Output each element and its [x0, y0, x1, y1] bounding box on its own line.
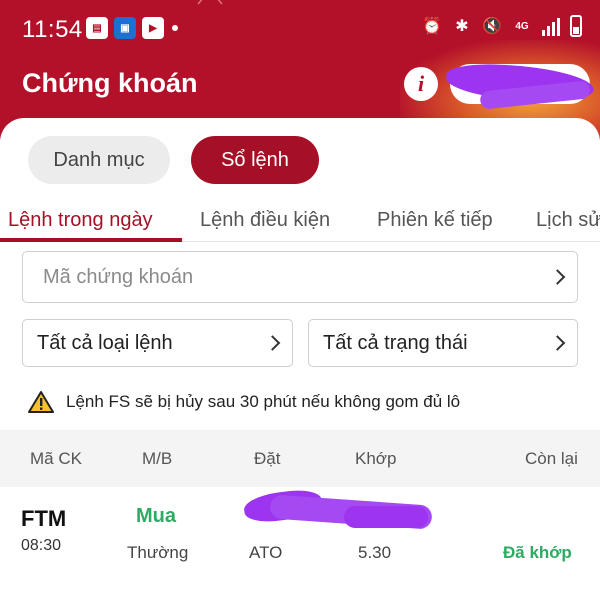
- order-type-filter[interactable]: Tất cả loại lệnh: [22, 319, 293, 367]
- column-header-con-lai: Còn lại: [525, 449, 578, 468]
- mute-icon: 🔇: [482, 18, 502, 35]
- signal-icon: [542, 16, 560, 36]
- segment-danh-muc[interactable]: Danh mục: [28, 136, 170, 184]
- tab-lich-su[interactable]: Lịch sử: [536, 209, 600, 232]
- tab-lenh-trong-ngay[interactable]: Lệnh trong ngày: [8, 209, 153, 232]
- column-header-khop: Khớp: [355, 449, 397, 468]
- alarm-icon: ⏰: [422, 18, 442, 35]
- order-symbol: FTM: [21, 506, 67, 531]
- active-tab-indicator: [0, 238, 182, 242]
- info-icon[interactable]: i: [404, 67, 438, 101]
- tab-lenh-dieu-kien[interactable]: Lệnh điều kiện: [200, 209, 330, 232]
- fs-order-notice: Lệnh FS sẽ bị hủy sau 30 phút nếu không …: [28, 388, 588, 416]
- order-status-filter[interactable]: Tất cả trạng thái: [308, 319, 578, 367]
- segment-so-lenh[interactable]: Sổ lệnh: [191, 136, 319, 184]
- column-header-ma-ck: Mã CK: [30, 449, 82, 468]
- column-header-dat: Đặt: [254, 449, 281, 468]
- chevron-right-icon: [264, 335, 281, 351]
- status-time: 11:54: [22, 16, 83, 43]
- redaction-mark: [344, 506, 428, 528]
- store-app-icon: ▣: [114, 17, 136, 39]
- page-title: Chứng khoán: [22, 68, 198, 98]
- search-placeholder: Mã chứng khoán: [43, 265, 194, 288]
- video-app-icon: ▶: [142, 17, 164, 39]
- bluetooth-icon: ✱: [455, 18, 469, 35]
- tab-phien-ke-tiep[interactable]: Phiên kế tiếp: [377, 209, 493, 232]
- order-type-value: Tất cả loại lệnh: [37, 331, 173, 354]
- notice-text: Lệnh FS sẽ bị hủy sau 30 phút nếu không …: [66, 392, 461, 411]
- order-side: Mua: [136, 505, 176, 527]
- stock-code-search-field[interactable]: Mã chứng khoán: [22, 251, 578, 303]
- status-notification-icons: ▤ ▣ ▶: [86, 17, 178, 39]
- battery-icon: [570, 15, 582, 37]
- chevron-right-icon: [549, 269, 566, 285]
- column-header-mb: M/B: [142, 449, 173, 468]
- matched-price: 5.30: [358, 543, 392, 562]
- notes-app-icon: ▤: [86, 17, 108, 39]
- status-system-icons: ⏰ ✱ 🔇 4G: [422, 15, 582, 37]
- warning-icon: [28, 391, 54, 413]
- network-type-label: 4G: [515, 20, 529, 32]
- order-status: Đã khớp: [503, 543, 572, 562]
- order-status-value: Tất cả trạng thái: [323, 331, 468, 354]
- more-notifications-dot: [172, 25, 178, 31]
- order-type: Thường: [127, 543, 189, 562]
- order-time: 08:30: [21, 537, 62, 554]
- status-bar: 11:54 ▤ ▣ ▶ ⏰ ✱ 🔇 4G: [0, 0, 600, 58]
- order-price: ATO: [249, 543, 283, 562]
- chevron-right-icon: [549, 335, 566, 351]
